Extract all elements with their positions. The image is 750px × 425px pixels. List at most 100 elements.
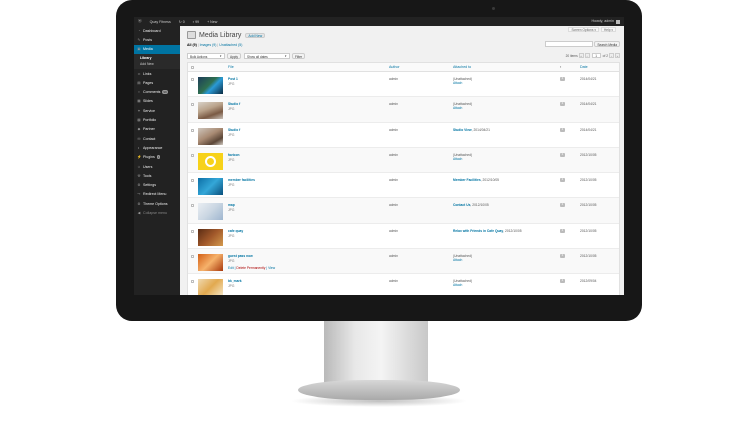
author-link[interactable]: admin bbox=[389, 153, 398, 157]
author-link[interactable]: admin bbox=[389, 254, 398, 258]
updates-link[interactable]: ↻ 0 bbox=[175, 20, 189, 24]
last-page-button[interactable]: » bbox=[615, 53, 620, 58]
sidebar-item-users[interactable]: ☺ Users bbox=[134, 162, 180, 171]
file-title-link[interactable]: cafe quay bbox=[228, 229, 243, 233]
collapse-menu-button[interactable]: ◀ Collapse menu bbox=[134, 208, 180, 217]
help-button[interactable]: Help ▾ bbox=[600, 27, 616, 32]
select-all-checkbox[interactable] bbox=[191, 66, 194, 69]
search-media-button[interactable]: Search Media bbox=[594, 41, 620, 47]
view-link[interactable]: View bbox=[268, 266, 275, 270]
sidebar-item-portfolio[interactable]: ▩ Portfolio bbox=[134, 115, 180, 124]
comment-count-badge[interactable]: 0 bbox=[560, 102, 565, 107]
row-checkbox[interactable] bbox=[191, 103, 194, 107]
search-input[interactable] bbox=[545, 41, 594, 47]
media-thumbnail[interactable] bbox=[198, 203, 223, 221]
attached-post-link[interactable]: Contact Us bbox=[453, 203, 470, 207]
file-title-link[interactable]: Studio f bbox=[228, 102, 240, 106]
author-link[interactable]: admin bbox=[389, 102, 398, 106]
file-title-link[interactable]: bk_mark bbox=[228, 279, 242, 283]
sidebar-item-contact[interactable]: ✉ Contact bbox=[134, 134, 180, 143]
media-thumbnail[interactable] bbox=[198, 228, 223, 246]
sidebar-item-comments[interactable]: ▪ Comments 99 bbox=[134, 87, 180, 96]
new-content-link[interactable]: + New bbox=[203, 20, 221, 24]
media-thumbnail[interactable] bbox=[198, 279, 223, 295]
row-checkbox[interactable] bbox=[191, 78, 194, 81]
bulk-actions-select[interactable]: Bulk Actions ▼ bbox=[187, 53, 225, 59]
comment-count-badge[interactable]: 0 bbox=[560, 203, 565, 208]
row-checkbox[interactable] bbox=[191, 204, 194, 208]
media-thumbnail[interactable] bbox=[198, 102, 223, 120]
file-title-link[interactable]: Post 1 bbox=[228, 77, 238, 81]
apply-button[interactable]: Apply bbox=[227, 53, 241, 59]
filter-unattached[interactable]: Unattached (5) bbox=[219, 43, 242, 47]
media-thumbnail[interactable] bbox=[198, 152, 223, 170]
author-link[interactable]: admin bbox=[389, 128, 398, 132]
column-file[interactable]: File bbox=[228, 65, 234, 69]
edit-link[interactable]: Edit bbox=[228, 266, 234, 270]
attach-link[interactable]: Attach bbox=[453, 106, 462, 110]
attach-link[interactable]: Attach bbox=[453, 258, 462, 262]
comment-count-badge[interactable]: 0 bbox=[560, 178, 565, 183]
media-thumbnail[interactable] bbox=[198, 127, 223, 145]
filter-all[interactable]: All (9) bbox=[187, 43, 197, 47]
dates-select[interactable]: Show all dates ▼ bbox=[243, 53, 290, 59]
column-author[interactable]: Author bbox=[389, 65, 400, 69]
attach-link[interactable]: Attach bbox=[453, 283, 462, 287]
sidebar-item-appearance[interactable]: ◐ Appearance bbox=[134, 143, 180, 152]
current-page-input[interactable]: 1 bbox=[591, 53, 601, 58]
attached-post-link[interactable]: Member Facilities bbox=[453, 178, 481, 182]
sidebar-item-redirect-menu[interactable]: ↪ Redirect Menu bbox=[134, 190, 180, 199]
sidebar-item-settings[interactable]: ⚙ Settings bbox=[134, 180, 180, 189]
media-thumbnail[interactable] bbox=[198, 77, 223, 94]
delete-permanently-link[interactable]: Delete Permanently bbox=[236, 266, 265, 270]
sidebar-item-pages[interactable]: ▤ Pages bbox=[134, 78, 180, 87]
sidebar-item-service[interactable]: ✦ Service bbox=[134, 106, 180, 115]
row-checkbox[interactable] bbox=[191, 153, 194, 157]
sidebar-item-dashboard[interactable]: ◔ Dashboard bbox=[134, 26, 180, 35]
comment-count-badge[interactable]: 0 bbox=[560, 279, 565, 284]
filter-button[interactable]: Filter bbox=[291, 53, 306, 59]
next-page-button[interactable]: › bbox=[609, 53, 614, 58]
author-link[interactable]: admin bbox=[389, 279, 398, 283]
site-name-link[interactable]: Quay Fitness bbox=[146, 20, 175, 24]
row-checkbox[interactable] bbox=[191, 128, 194, 132]
file-title-link[interactable]: map bbox=[228, 203, 235, 207]
filter-images[interactable]: Images (9) bbox=[200, 43, 217, 47]
sidebar-item-posts[interactable]: ✎ Posts bbox=[134, 35, 180, 44]
attached-post-link[interactable]: Relax with Friends in Cafe Quay bbox=[453, 229, 503, 233]
attach-link[interactable]: Attach bbox=[453, 157, 462, 161]
author-link[interactable]: admin bbox=[389, 77, 398, 81]
sidebar-item-theme-options[interactable]: ⚙ Theme Options bbox=[134, 199, 180, 208]
author-link[interactable]: admin bbox=[389, 229, 398, 233]
wordpress-logo-icon[interactable]: ⓦ bbox=[134, 19, 146, 24]
attached-post-link[interactable]: Studio View bbox=[453, 128, 472, 132]
comments-link[interactable]: ▪ 99 bbox=[189, 20, 203, 24]
file-title-link[interactable]: guest pass now bbox=[228, 254, 253, 258]
row-checkbox[interactable] bbox=[191, 280, 194, 284]
author-link[interactable]: admin bbox=[389, 203, 398, 207]
file-title-link[interactable]: favicon bbox=[228, 153, 240, 157]
row-checkbox[interactable] bbox=[191, 255, 194, 259]
screen-options-button[interactable]: Screen Options ▾ bbox=[568, 27, 599, 32]
media-thumbnail[interactable] bbox=[198, 178, 223, 196]
prev-page-button[interactable]: ‹ bbox=[584, 53, 590, 58]
comment-count-badge[interactable]: 0 bbox=[560, 127, 565, 132]
file-title-link[interactable]: member facilities bbox=[228, 178, 255, 182]
column-comments-icon[interactable]: ▪ bbox=[560, 65, 561, 69]
add-new-button[interactable]: Add New bbox=[245, 32, 266, 38]
sidebar-item-slides[interactable]: ▦ Slides bbox=[134, 97, 180, 106]
column-date[interactable]: Date bbox=[580, 65, 588, 69]
sidebar-item-plugins[interactable]: ⚡ Plugins 1 bbox=[134, 153, 180, 162]
file-title-link[interactable]: Studio f bbox=[228, 128, 240, 132]
sidebar-item-links[interactable]: ∞ Links bbox=[134, 69, 180, 78]
sidebar-item-tools[interactable]: ⚒ Tools bbox=[134, 171, 180, 180]
first-page-button[interactable]: « bbox=[578, 53, 584, 58]
account-greeting[interactable]: Howdy, admin bbox=[587, 19, 624, 24]
row-checkbox[interactable] bbox=[191, 229, 194, 233]
row-checkbox[interactable] bbox=[191, 179, 194, 183]
column-attached-to[interactable]: Attached to bbox=[453, 65, 471, 69]
author-link[interactable]: admin bbox=[389, 178, 398, 182]
comment-count-badge[interactable]: 0 bbox=[560, 228, 565, 233]
media-thumbnail[interactable] bbox=[198, 254, 223, 272]
comment-count-badge[interactable]: 0 bbox=[560, 254, 565, 259]
